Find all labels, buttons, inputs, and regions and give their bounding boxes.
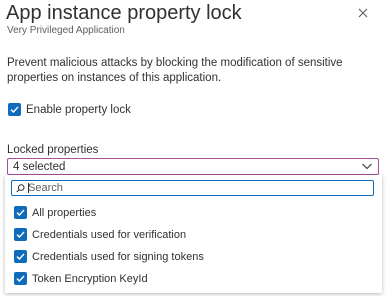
option-credentials-verification[interactable]: Credentials used for verification xyxy=(5,225,382,245)
search-input[interactable] xyxy=(28,181,368,195)
option-label: Token Encryption KeyId xyxy=(32,273,148,285)
option-label: All properties xyxy=(32,207,97,219)
option-checkbox[interactable] xyxy=(14,272,27,285)
dropdown-selected-value: 4 selected xyxy=(13,161,66,173)
locked-properties-dropdown[interactable]: 4 selected xyxy=(7,158,379,175)
option-all-properties[interactable]: All properties xyxy=(5,203,382,223)
enable-lock-checkbox[interactable] xyxy=(8,103,21,116)
chevron-down-icon xyxy=(362,163,372,170)
panel-subtitle: Very Privileged Application xyxy=(7,25,125,36)
enable-lock-label: Enable property lock xyxy=(26,104,131,116)
option-label: Credentials used for signing tokens xyxy=(32,251,204,263)
checkmark-icon xyxy=(16,275,25,283)
close-button[interactable] xyxy=(356,6,370,20)
text-cursor xyxy=(28,183,29,193)
panel-title: App instance property lock xyxy=(6,2,242,24)
search-icon xyxy=(16,184,25,193)
checkmark-icon xyxy=(16,209,25,217)
option-checkbox[interactable] xyxy=(14,206,27,219)
option-token-encryption-keyid[interactable]: Token Encryption KeyId xyxy=(5,269,382,289)
option-credentials-signing[interactable]: Credentials used for signing tokens xyxy=(5,247,382,267)
search-box[interactable] xyxy=(11,180,374,196)
option-checkbox[interactable] xyxy=(14,250,27,263)
checkmark-icon xyxy=(10,106,19,114)
property-lock-panel: App instance property lock Very Privileg… xyxy=(0,0,390,296)
option-checkbox[interactable] xyxy=(14,228,27,241)
checkmark-icon xyxy=(16,253,25,261)
description-text: Prevent malicious attacks by blocking th… xyxy=(7,57,343,84)
locked-properties-label: Locked properties xyxy=(7,144,99,156)
option-label: Credentials used for verification xyxy=(32,229,187,241)
checkmark-icon xyxy=(16,231,25,239)
close-icon xyxy=(358,8,368,18)
locked-properties-listbox: All properties Credentials used for veri… xyxy=(5,175,382,293)
